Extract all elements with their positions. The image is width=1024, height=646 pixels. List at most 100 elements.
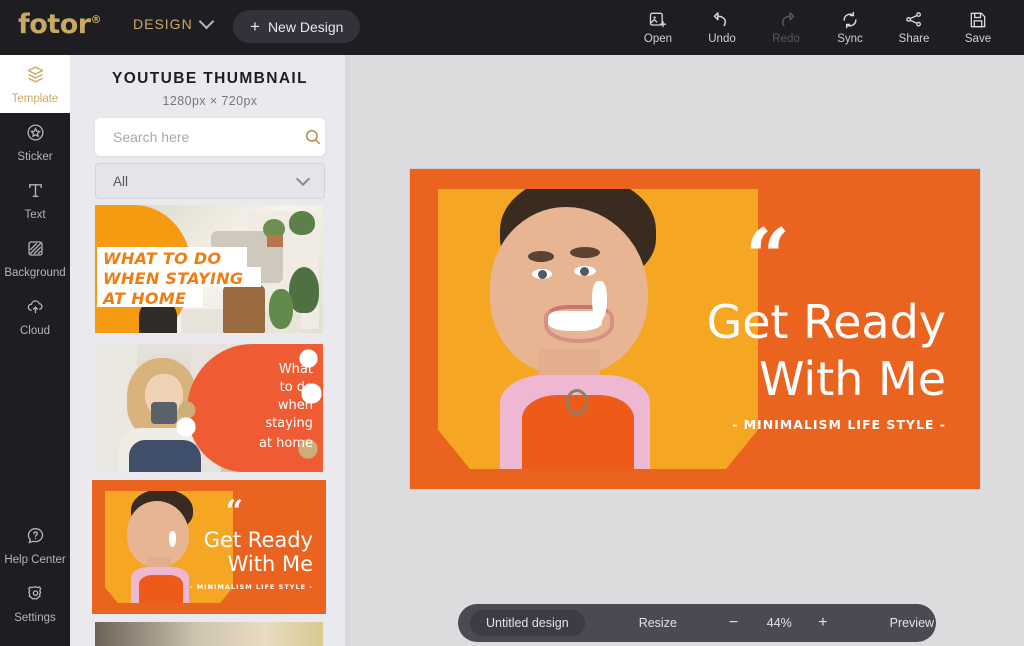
fotor-logo[interactable]: fotor® (18, 9, 102, 40)
save-label: Save (964, 33, 992, 45)
plant-icon (269, 289, 293, 329)
template-title-line: when (277, 398, 313, 413)
floppy-disk-icon (968, 10, 988, 30)
preview-button[interactable]: Preview (890, 616, 934, 630)
sync-circular-arrows-icon (840, 10, 860, 30)
template-title-line: WHAT TO DO (103, 249, 222, 268)
share-button[interactable]: Share (882, 0, 946, 55)
canvas-artwork: “ Get Ready With Me - MINIMALISM LIFE ST… (410, 169, 980, 489)
template-list[interactable]: WHAT TO DO WHEN STAYING AT HOME What to … (70, 205, 350, 646)
top-toolbar: fotor® DESIGN + New Design Open Undo Red… (0, 0, 1024, 55)
template-title-line: What (278, 362, 313, 377)
new-design-button[interactable]: + New Design (233, 10, 361, 43)
sidebar-item-label: Sticker (17, 150, 53, 163)
sidebar-item-text[interactable]: Text (0, 171, 70, 229)
plus-icon: + (250, 16, 260, 36)
sidebar-item-template[interactable]: Template (0, 55, 70, 113)
left-sidebar: Template Sticker Text Background Cloud H… (0, 55, 70, 646)
template-title-line: With Me (227, 552, 313, 576)
open-button[interactable]: Open (626, 0, 690, 55)
get-ready-with-me-artwork: “ Get Ready With Me - MINIMALISM LIFE ST… (95, 483, 323, 611)
template-title-line: WHEN STAYING (103, 269, 244, 288)
canvas-subtitle[interactable]: - MINIMALISM LIFE STYLE - (626, 417, 946, 432)
canvas-heading-line2[interactable]: With Me (626, 353, 946, 406)
template-title-line: to do (279, 380, 313, 395)
zipper-ring-icon (566, 389, 588, 415)
eyebrow (528, 251, 554, 262)
image-add-icon (648, 10, 668, 30)
design-name-field[interactable]: Untitled design (470, 610, 585, 636)
logo-text: fotor (18, 9, 91, 40)
quote-mark: “ (745, 212, 790, 303)
undo-button[interactable]: Undo (690, 0, 754, 55)
mug-icon (151, 402, 177, 424)
registered-mark: ® (90, 13, 102, 26)
new-design-label: New Design (267, 18, 344, 35)
chevron-down-icon (198, 13, 214, 30)
question-bubble-icon (25, 525, 46, 551)
template-card[interactable]: What to do when staying at home (95, 344, 323, 472)
template-title-line: AT HOME (103, 289, 187, 308)
status-bar: Untitled design Resize − 44% + Preview (458, 604, 936, 642)
sidebar-item-label: Settings (14, 611, 56, 624)
layers-icon (25, 64, 46, 90)
sidebar-item-help-center[interactable]: Help Center (0, 516, 70, 574)
workspace[interactable]: “ Get Ready With Me - MINIMALISM LIFE ST… (350, 55, 1024, 646)
quote-mark: “ (225, 494, 243, 529)
save-button[interactable]: Save (946, 0, 1010, 55)
search-box[interactable] (95, 118, 325, 156)
plant-icon (289, 211, 315, 235)
sync-label: Sync (837, 33, 863, 45)
sidebar-item-label: Help Center (4, 553, 66, 566)
redo-arrow-icon (776, 10, 796, 30)
category-filter-value: All (113, 173, 129, 189)
cloud-upload-icon (25, 296, 46, 322)
panel-scrollbar[interactable] (345, 55, 350, 646)
sidebar-item-cloud[interactable]: Cloud (0, 287, 70, 345)
template-panel: YOUTUBE THUMBNAIL 1280px × 720px All (70, 55, 350, 646)
eyebrow (570, 247, 600, 258)
zoom-in-button[interactable]: + (818, 615, 827, 631)
plant-icon (289, 267, 319, 313)
woman-jeans (129, 440, 201, 472)
zoom-out-button[interactable]: − (729, 615, 738, 631)
undo-arrow-icon (712, 10, 732, 30)
template-thumbnail (95, 622, 323, 646)
share-label: Share (898, 33, 930, 45)
template-card[interactable] (95, 622, 323, 646)
search-input[interactable] (95, 129, 300, 145)
template-card[interactable]: WHAT TO DO WHEN STAYING AT HOME (95, 205, 323, 333)
template-subtitle: - MINIMALISM LIFE STYLE - (189, 583, 313, 591)
canvas-dimensions: 1280px × 720px (162, 94, 258, 108)
template-title-line: Get Ready (203, 528, 313, 552)
sidebar-item-label: Background (4, 266, 66, 279)
resize-button[interactable]: Resize (639, 616, 677, 630)
sidebar-item-background[interactable]: Background (0, 229, 70, 287)
iris (580, 267, 589, 276)
redo-label: Redo (772, 33, 800, 45)
open-label: Open (643, 33, 673, 45)
pot (267, 235, 283, 247)
undo-label: Undo (708, 33, 736, 45)
earbud-icon (592, 281, 607, 321)
design-menu[interactable]: DESIGN (133, 13, 214, 32)
hatched-square-icon (25, 238, 46, 264)
category-filter-dropdown[interactable]: All (95, 163, 325, 199)
page-title: YOUTUBE THUMBNAIL (111, 70, 308, 87)
chair (223, 285, 265, 333)
design-menu-label: DESIGN (133, 16, 193, 32)
redo-button[interactable]: Redo (754, 0, 818, 55)
text-t-icon (25, 180, 46, 206)
template-title-line: at home (258, 436, 313, 451)
canvas-heading-line1[interactable]: Get Ready (626, 296, 946, 349)
sidebar-item-settings[interactable]: Settings (0, 574, 70, 632)
design-canvas[interactable]: “ Get Ready With Me - MINIMALISM LIFE ST… (410, 169, 980, 489)
sidebar-bottom: Help Center Settings (0, 516, 70, 632)
fotor-editor-window: fotor® DESIGN + New Design Open Undo Red… (0, 0, 1024, 646)
sidebar-item-sticker[interactable]: Sticker (0, 113, 70, 171)
flower-icon (174, 415, 198, 439)
search-icon[interactable] (300, 127, 325, 147)
flower-icon (176, 399, 198, 421)
template-card-selected[interactable]: “ Get Ready With Me - MINIMALISM LIFE ST… (92, 480, 326, 614)
sync-button[interactable]: Sync (818, 0, 882, 55)
